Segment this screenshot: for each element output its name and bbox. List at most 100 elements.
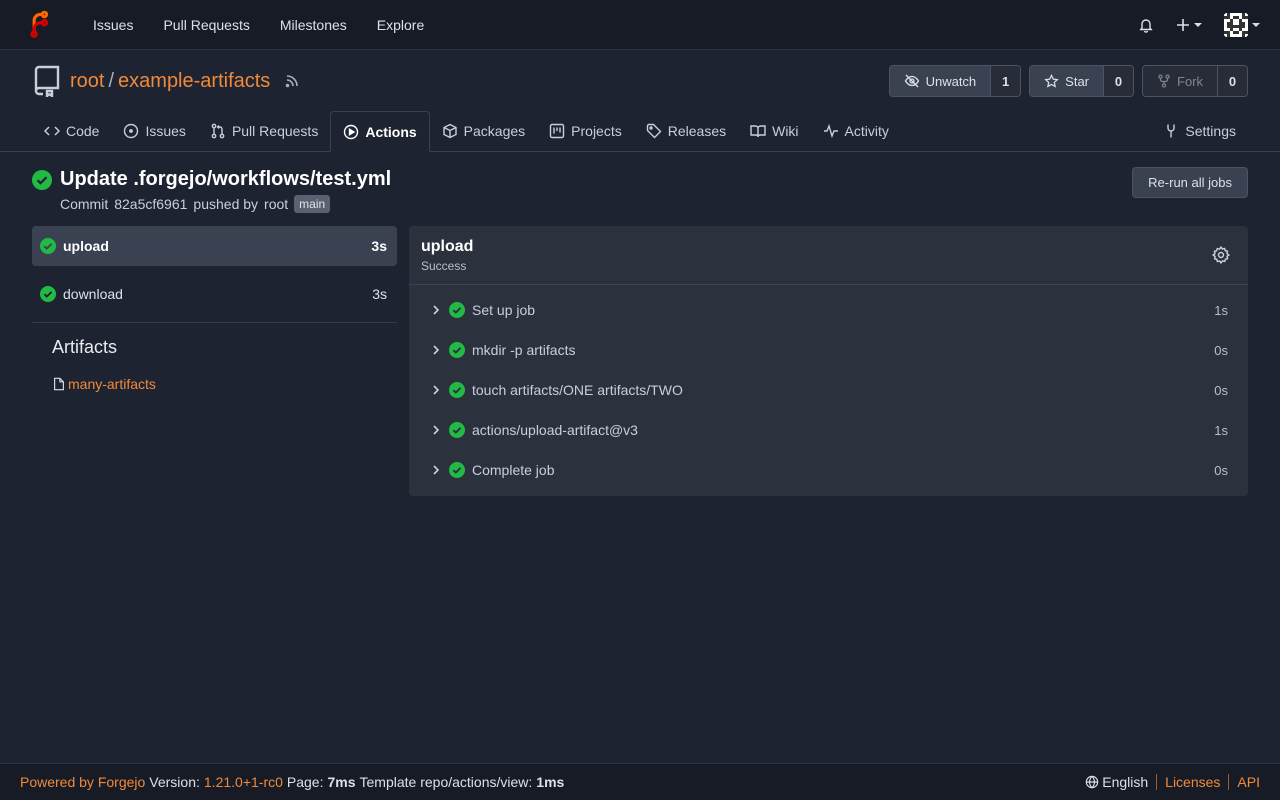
repo-name-link[interactable]: example-artifacts (118, 70, 270, 93)
tag-icon (646, 123, 662, 139)
step-name: touch artifacts/ONE artifacts/TWO (472, 382, 683, 398)
pusher-link[interactable]: root (264, 196, 288, 212)
api-link[interactable]: API (1237, 774, 1260, 790)
pushed-by-text: pushed by (193, 196, 259, 212)
sidebar-divider (32, 322, 397, 323)
language-label: English (1102, 774, 1149, 790)
run-header: Update .forgejo/workflows/test.yml Commi… (0, 152, 1280, 226)
tab-packages[interactable]: Packages (430, 111, 537, 151)
repo-owner-link[interactable]: root (70, 70, 104, 93)
code-icon (44, 126, 60, 136)
branch-badge[interactable]: main (294, 195, 331, 213)
pulse-icon (823, 123, 838, 139)
notifications-button[interactable] (1138, 17, 1154, 33)
language-selector[interactable]: English (1085, 774, 1148, 790)
step-row[interactable]: Set up job 1s (409, 290, 1248, 330)
footer-separator (1228, 774, 1230, 790)
fork-button[interactable]: Fork (1143, 66, 1217, 96)
tab-pull-requests[interactable]: Pull Requests (198, 111, 330, 151)
job-settings-button[interactable] (1212, 246, 1230, 264)
nav-issues[interactable]: Issues (78, 0, 148, 50)
run-content: upload 3s download 3s Artifacts many-art… (0, 226, 1280, 496)
tab-wiki-label: Wiki (772, 123, 799, 139)
success-check-icon (449, 462, 465, 478)
rss-icon (286, 75, 299, 88)
forgejo-logo[interactable] (20, 5, 60, 45)
tools-icon (1167, 124, 1176, 138)
job-duration: 3s (372, 286, 387, 302)
licenses-link[interactable]: Licenses (1165, 774, 1220, 790)
footer: Powered by Forgejo Version: 1.21.0+1-rc0… (0, 763, 1280, 800)
step-duration: 1s (1214, 302, 1228, 318)
star-label: Star (1065, 73, 1089, 89)
tab-actions-label: Actions (365, 123, 417, 140)
plus-icon (1177, 18, 1189, 31)
nav-milestones[interactable]: Milestones (265, 0, 362, 50)
job-name: download (63, 286, 123, 302)
run-meta: Commit 82a5cf6961 pushed by root main (60, 195, 391, 213)
step-row[interactable]: mkdir -p artifacts 0s (409, 330, 1248, 370)
create-new-button[interactable] (1176, 18, 1202, 32)
nav-pull-requests[interactable]: Pull Requests (148, 0, 264, 50)
tab-actions[interactable]: Actions (330, 111, 430, 152)
step-duration: 0s (1214, 342, 1228, 358)
commit-sha-link[interactable]: 82a5cf6961 (114, 196, 187, 212)
rss-feed-link[interactable] (284, 73, 300, 89)
stars-count[interactable]: 0 (1103, 66, 1133, 96)
issue-opened-icon (124, 123, 139, 139)
tab-projects[interactable]: Projects (537, 111, 634, 151)
step-row[interactable]: actions/upload-artifact@v3 1s (409, 410, 1248, 450)
tab-issues[interactable]: Issues (111, 111, 197, 151)
success-check-icon (40, 286, 56, 302)
step-duration: 0s (1214, 382, 1228, 398)
play-circle-icon (344, 124, 359, 139)
unwatch-button[interactable]: Unwatch (889, 66, 991, 96)
tab-code-label: Code (66, 123, 100, 139)
success-check-icon (32, 169, 52, 190)
chevron-right-icon (433, 425, 440, 435)
success-check-icon (449, 342, 465, 358)
powered-by-link[interactable]: Powered by Forgejo (20, 774, 145, 790)
step-row[interactable]: Complete job 0s (409, 450, 1248, 490)
success-check-icon (449, 422, 465, 438)
forks-count[interactable]: 0 (1217, 66, 1247, 96)
user-menu-button[interactable] (1224, 12, 1260, 37)
tab-projects-label: Projects (571, 123, 622, 139)
step-duration: 1s (1214, 422, 1228, 438)
jobs-sidebar: upload 3s download 3s Artifacts many-art… (32, 226, 397, 496)
job-detail-status: Success (421, 258, 467, 273)
tab-settings[interactable]: Settings (1151, 111, 1248, 151)
step-name: actions/upload-artifact@v3 (472, 422, 638, 438)
step-row[interactable]: touch artifacts/ONE artifacts/TWO 0s (409, 370, 1248, 410)
top-navbar: Issues Pull Requests Milestones Explore (0, 0, 1280, 50)
rerun-all-jobs-button[interactable]: Re-run all jobs (1132, 167, 1248, 198)
chevron-right-icon (433, 305, 440, 315)
tab-wiki[interactable]: Wiki (738, 111, 810, 151)
tab-activity-label: Activity (844, 123, 889, 139)
job-name: upload (63, 238, 109, 254)
version-link[interactable]: 1.21.0+1-rc0 (204, 774, 283, 790)
tab-code[interactable]: Code (32, 111, 111, 151)
step-name: mkdir -p artifacts (472, 342, 576, 358)
avatar (1224, 12, 1248, 37)
job-item-upload[interactable]: upload 3s (32, 226, 397, 266)
star-button[interactable]: Star (1030, 66, 1103, 96)
artifact-link[interactable]: many-artifacts (32, 376, 397, 392)
job-detail-header: upload Success (409, 226, 1248, 285)
package-icon (442, 123, 457, 139)
book-icon (750, 125, 766, 138)
artifact-name: many-artifacts (68, 376, 156, 392)
fork-label: Fork (1177, 73, 1203, 89)
page-time-value: 7ms (327, 774, 356, 790)
job-item-download[interactable]: download 3s (32, 274, 397, 314)
nav-explore[interactable]: Explore (362, 0, 439, 50)
globe-icon (1085, 775, 1099, 789)
step-duration: 0s (1214, 462, 1228, 478)
job-steps: Set up job 1s mkdir -p artifacts 0s touc… (409, 285, 1248, 490)
tab-activity[interactable]: Activity (811, 111, 901, 151)
job-detail-panel: upload Success Set up job 1s mkdir -p ar (409, 226, 1248, 496)
tab-releases[interactable]: Releases (634, 111, 738, 151)
star-button-group: Star 0 (1029, 65, 1134, 97)
watchers-count[interactable]: 1 (990, 66, 1021, 96)
success-check-icon (449, 382, 465, 398)
